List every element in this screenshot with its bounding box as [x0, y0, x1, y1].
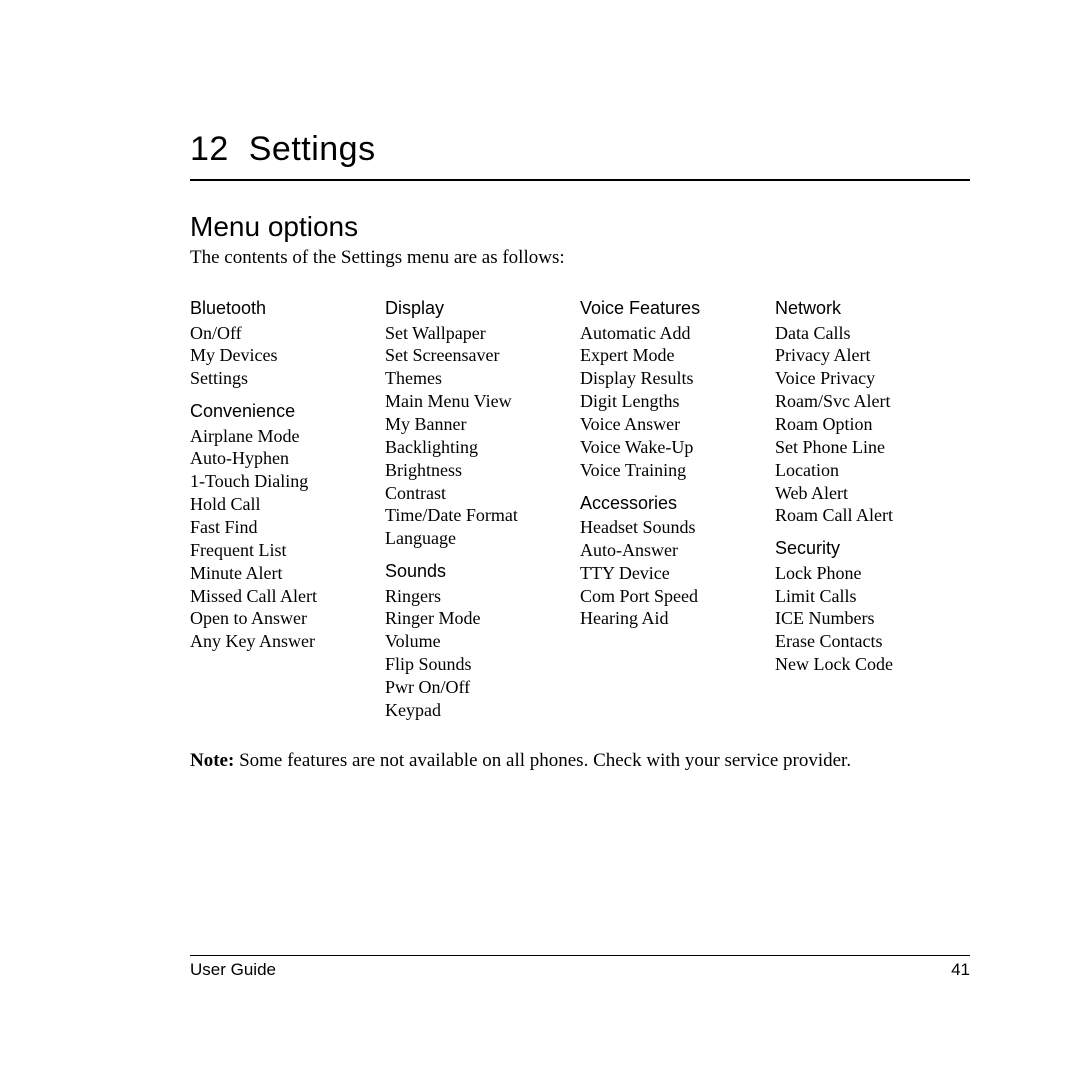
list-item: Headset Sounds: [580, 516, 775, 539]
note-text: Some features are not available on all p…: [239, 750, 851, 771]
menu-columns: Bluetooth On/Off My Devices Settings Con…: [190, 297, 970, 722]
footer-row: User Guide 41: [190, 960, 970, 980]
list-item: ICE Numbers: [775, 607, 970, 630]
chapter-rule: [190, 179, 970, 181]
note-label: Note:: [190, 750, 234, 771]
list-item: Airplane Mode: [190, 425, 385, 448]
list-item: Roam/Svc Alert: [775, 390, 970, 413]
list-item: Expert Mode: [580, 344, 775, 367]
list-item: My Devices: [190, 344, 385, 367]
list-item: 1-Touch Dialing: [190, 470, 385, 493]
list-item: Digit Lengths: [580, 390, 775, 413]
list-item: Voice Training: [580, 459, 775, 482]
list-item: Limit Calls: [775, 585, 970, 608]
list-item: Hearing Aid: [580, 607, 775, 630]
group-heading-bluetooth: Bluetooth: [190, 297, 385, 320]
list-item: Com Port Speed: [580, 585, 775, 608]
page: 12 Settings Menu options The contents of…: [0, 0, 1080, 1080]
list-item: Ringers: [385, 585, 580, 608]
list-item: Settings: [190, 367, 385, 390]
list-item: Set Wallpaper: [385, 322, 580, 345]
list-item: Missed Call Alert: [190, 585, 385, 608]
list-item: TTY Device: [580, 562, 775, 585]
list-item: Fast Find: [190, 516, 385, 539]
list-item: Brightness: [385, 459, 580, 482]
list-item: Open to Answer: [190, 607, 385, 630]
list-item: Roam Call Alert: [775, 504, 970, 527]
list-item: Keypad: [385, 699, 580, 722]
list-item: My Banner: [385, 413, 580, 436]
list-item: Pwr On/Off: [385, 676, 580, 699]
list-item: Flip Sounds: [385, 653, 580, 676]
column-1: Bluetooth On/Off My Devices Settings Con…: [190, 297, 385, 722]
list-item: Roam Option: [775, 413, 970, 436]
list-item: Voice Wake-Up: [580, 436, 775, 459]
group-heading-sounds: Sounds: [385, 560, 580, 583]
list-item: Set Screensaver: [385, 344, 580, 367]
list-item: New Lock Code: [775, 653, 970, 676]
list-item: Volume: [385, 630, 580, 653]
group-heading-voice-features: Voice Features: [580, 297, 775, 320]
footer-page-number: 41: [951, 960, 970, 980]
footer-rule: [190, 955, 970, 956]
list-item: Hold Call: [190, 493, 385, 516]
list-item: On/Off: [190, 322, 385, 345]
footer: User Guide 41: [190, 955, 970, 980]
list-item: Minute Alert: [190, 562, 385, 585]
list-item: Voice Answer: [580, 413, 775, 436]
list-item: Auto-Answer: [580, 539, 775, 562]
list-item: Ringer Mode: [385, 607, 580, 630]
list-item: Web Alert: [775, 482, 970, 505]
column-2: Display Set Wallpaper Set Screensaver Th…: [385, 297, 580, 722]
list-item: Any Key Answer: [190, 630, 385, 653]
list-item: Language: [385, 527, 580, 550]
list-item: Backlighting: [385, 436, 580, 459]
list-item: Auto-Hyphen: [190, 447, 385, 470]
list-item: Erase Contacts: [775, 630, 970, 653]
group-heading-network: Network: [775, 297, 970, 320]
list-item: Time/Date Format: [385, 504, 580, 527]
group-heading-accessories: Accessories: [580, 492, 775, 515]
group-heading-display: Display: [385, 297, 580, 320]
list-item: Privacy Alert: [775, 344, 970, 367]
column-3: Voice Features Automatic Add Expert Mode…: [580, 297, 775, 722]
chapter-name: Settings: [249, 130, 376, 168]
chapter-title: 12 Settings: [190, 130, 970, 169]
list-item: Themes: [385, 367, 580, 390]
list-item: Main Menu View: [385, 390, 580, 413]
list-item: Display Results: [580, 367, 775, 390]
group-heading-convenience: Convenience: [190, 400, 385, 423]
list-item: Lock Phone: [775, 562, 970, 585]
list-item: Contrast: [385, 482, 580, 505]
section-intro: The contents of the Settings menu are as…: [190, 247, 970, 269]
list-item: Automatic Add: [580, 322, 775, 345]
list-item: Voice Privacy: [775, 367, 970, 390]
chapter-number: 12: [190, 130, 229, 168]
list-item: Set Phone Line: [775, 436, 970, 459]
list-item: Data Calls: [775, 322, 970, 345]
list-item: Frequent List: [190, 539, 385, 562]
section-heading: Menu options: [190, 211, 970, 243]
group-heading-security: Security: [775, 537, 970, 560]
column-4: Network Data Calls Privacy Alert Voice P…: [775, 297, 970, 722]
footer-left: User Guide: [190, 960, 276, 980]
note: Note: Some features are not available on…: [190, 750, 970, 772]
list-item: Location: [775, 459, 970, 482]
